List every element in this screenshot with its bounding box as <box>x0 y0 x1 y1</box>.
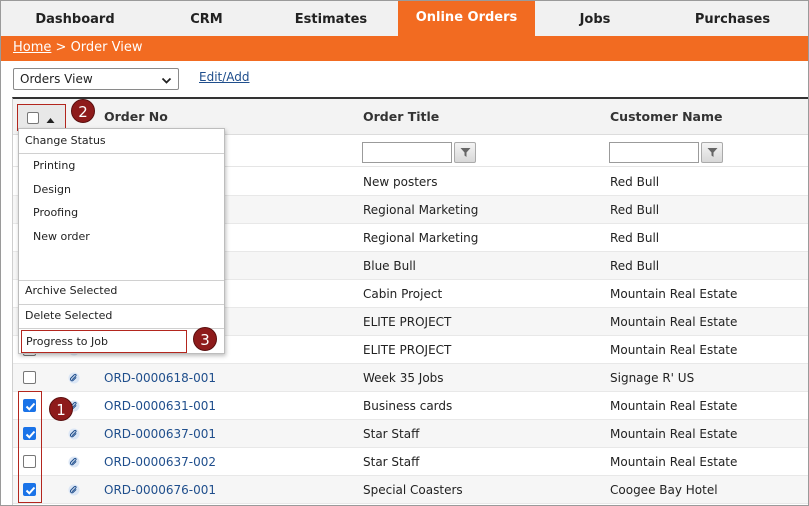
menu-item-progress-to-job[interactable]: Progress to Job <box>21 330 187 353</box>
callout-3: 3 <box>193 327 217 351</box>
breadcrumb: Home > Order View <box>1 36 808 61</box>
row-checkbox[interactable] <box>23 483 36 496</box>
caret-up-icon[interactable] <box>46 113 55 127</box>
order-title-cell: Star Staff <box>363 455 420 469</box>
order-title-cell: Cabin Project <box>363 287 443 301</box>
customer-name-cell: Red Bull <box>610 259 660 273</box>
menu-divider <box>19 153 224 154</box>
attachment-icon[interactable] <box>68 372 80 387</box>
menu-item-status-new-order[interactable]: New order <box>19 226 224 248</box>
customer-name-cell: Mountain Real Estate <box>610 315 738 329</box>
order-title-filter-button[interactable] <box>454 142 476 163</box>
order-number-link[interactable]: ORD-0000637-002 <box>104 455 216 469</box>
select-all-checkbox[interactable] <box>27 112 39 124</box>
order-number-link[interactable]: ORD-0000676-001 <box>104 483 216 497</box>
menu-change-status-label: Change Status <box>25 134 106 147</box>
callout-2: 2 <box>71 99 95 123</box>
menu-item-status-design[interactable]: Design <box>19 179 224 201</box>
customer-name-filter-button[interactable] <box>701 142 723 163</box>
order-number-link[interactable]: ORD-0000631-001 <box>104 399 216 413</box>
attachment-icon[interactable] <box>68 428 80 443</box>
menu-item-status-printing[interactable]: Printing <box>19 155 224 177</box>
edit-add-link[interactable]: Edit/Add <box>199 70 250 84</box>
select-all-control[interactable] <box>17 104 66 131</box>
order-title-cell: Regional Marketing <box>363 203 479 217</box>
order-number-link[interactable]: ORD-0000618-001 <box>104 371 216 385</box>
order-title-cell: ELITE PROJECT <box>363 343 452 357</box>
breadcrumb-home-link[interactable]: Home <box>13 40 51 55</box>
customer-name-cell: Signage R' US <box>610 371 695 385</box>
tab-jobs[interactable]: Jobs <box>535 1 655 37</box>
customer-name-cell: Mountain Real Estate <box>610 343 738 357</box>
order-title-cell: Business cards <box>363 399 453 413</box>
customer-name-cell: Coogee Bay Hotel <box>610 483 718 497</box>
view-select[interactable]: Orders View <box>13 68 179 90</box>
attachment-icon[interactable] <box>68 456 80 471</box>
order-title-cell: New posters <box>363 175 438 189</box>
row-checkbox[interactable] <box>23 399 36 412</box>
order-title-cell: Blue Bull <box>363 259 416 273</box>
order-title-cell: Star Staff <box>363 427 420 441</box>
tab-dashboard[interactable]: Dashboard <box>1 1 149 37</box>
tab-crm[interactable]: CRM <box>149 1 264 37</box>
row-checkbox[interactable] <box>23 455 36 468</box>
order-title-filter-input[interactable] <box>362 142 452 163</box>
app-window: Dashboard CRM Estimates Online Orders Jo… <box>0 0 809 506</box>
customer-name-cell: Mountain Real Estate <box>610 427 738 441</box>
menu-item-delete-selected[interactable]: Delete Selected <box>19 305 224 327</box>
table-row[interactable]: ORD-0000676-001 Special Coasters Coogee Ba… <box>13 476 808 504</box>
order-number-link[interactable]: ORD-0000637-001 <box>104 427 216 441</box>
customer-name-cell: Red Bull <box>610 231 660 245</box>
customer-name-cell: Red Bull <box>610 175 660 189</box>
attachment-icon[interactable] <box>68 484 80 499</box>
row-checkbox[interactable] <box>23 427 36 440</box>
column-header-order-no[interactable]: Order No <box>104 109 168 124</box>
order-title-cell: Special Coasters <box>363 483 463 497</box>
order-title-cell: Regional Marketing <box>363 231 479 245</box>
row-checkbox[interactable] <box>23 371 36 384</box>
breadcrumb-current: Order View <box>70 40 143 55</box>
tab-online-orders[interactable]: Online Orders <box>398 1 535 37</box>
tab-purchases[interactable]: Purchases <box>655 1 808 37</box>
tab-estimates[interactable]: Estimates <box>264 1 398 37</box>
callout-1: 1 <box>49 397 73 421</box>
customer-name-filter-input[interactable] <box>609 142 699 163</box>
bulk-actions-menu: Change Status Printing Design Proofing N… <box>18 128 225 354</box>
customer-name-cell: Mountain Real Estate <box>610 455 738 469</box>
menu-divider <box>19 328 224 329</box>
customer-name-cell: Mountain Real Estate <box>610 399 738 413</box>
customer-name-cell: Red Bull <box>610 203 660 217</box>
order-title-cell: Week 35 Jobs <box>363 371 444 385</box>
order-title-cell: ELITE PROJECT <box>363 315 452 329</box>
table-row[interactable]: ORD-0000637-002 Star Staff Mountain Real E… <box>13 448 808 476</box>
breadcrumb-separator: > <box>55 40 67 55</box>
table-row[interactable]: ORD-0000637-001 Star Staff Mountain Real E… <box>13 420 808 448</box>
column-header-order-title[interactable]: Order Title <box>363 109 439 124</box>
top-nav: Dashboard CRM Estimates Online Orders Jo… <box>1 1 808 37</box>
customer-name-cell: Mountain Real Estate <box>610 287 738 301</box>
table-row[interactable]: ORD-0000631-001 Business cards Mountain Re… <box>13 392 808 420</box>
menu-item-archive-selected[interactable]: Archive Selected <box>19 280 224 302</box>
view-select-value: Orders View <box>20 72 93 86</box>
column-header-customer-name[interactable]: Customer Name <box>610 109 723 124</box>
chevron-down-icon <box>161 72 172 92</box>
menu-item-status-proofing[interactable]: Proofing <box>19 202 224 224</box>
table-row[interactable]: ORD-0000618-001 Week 35 Jobs Signage R' US <box>13 364 808 392</box>
